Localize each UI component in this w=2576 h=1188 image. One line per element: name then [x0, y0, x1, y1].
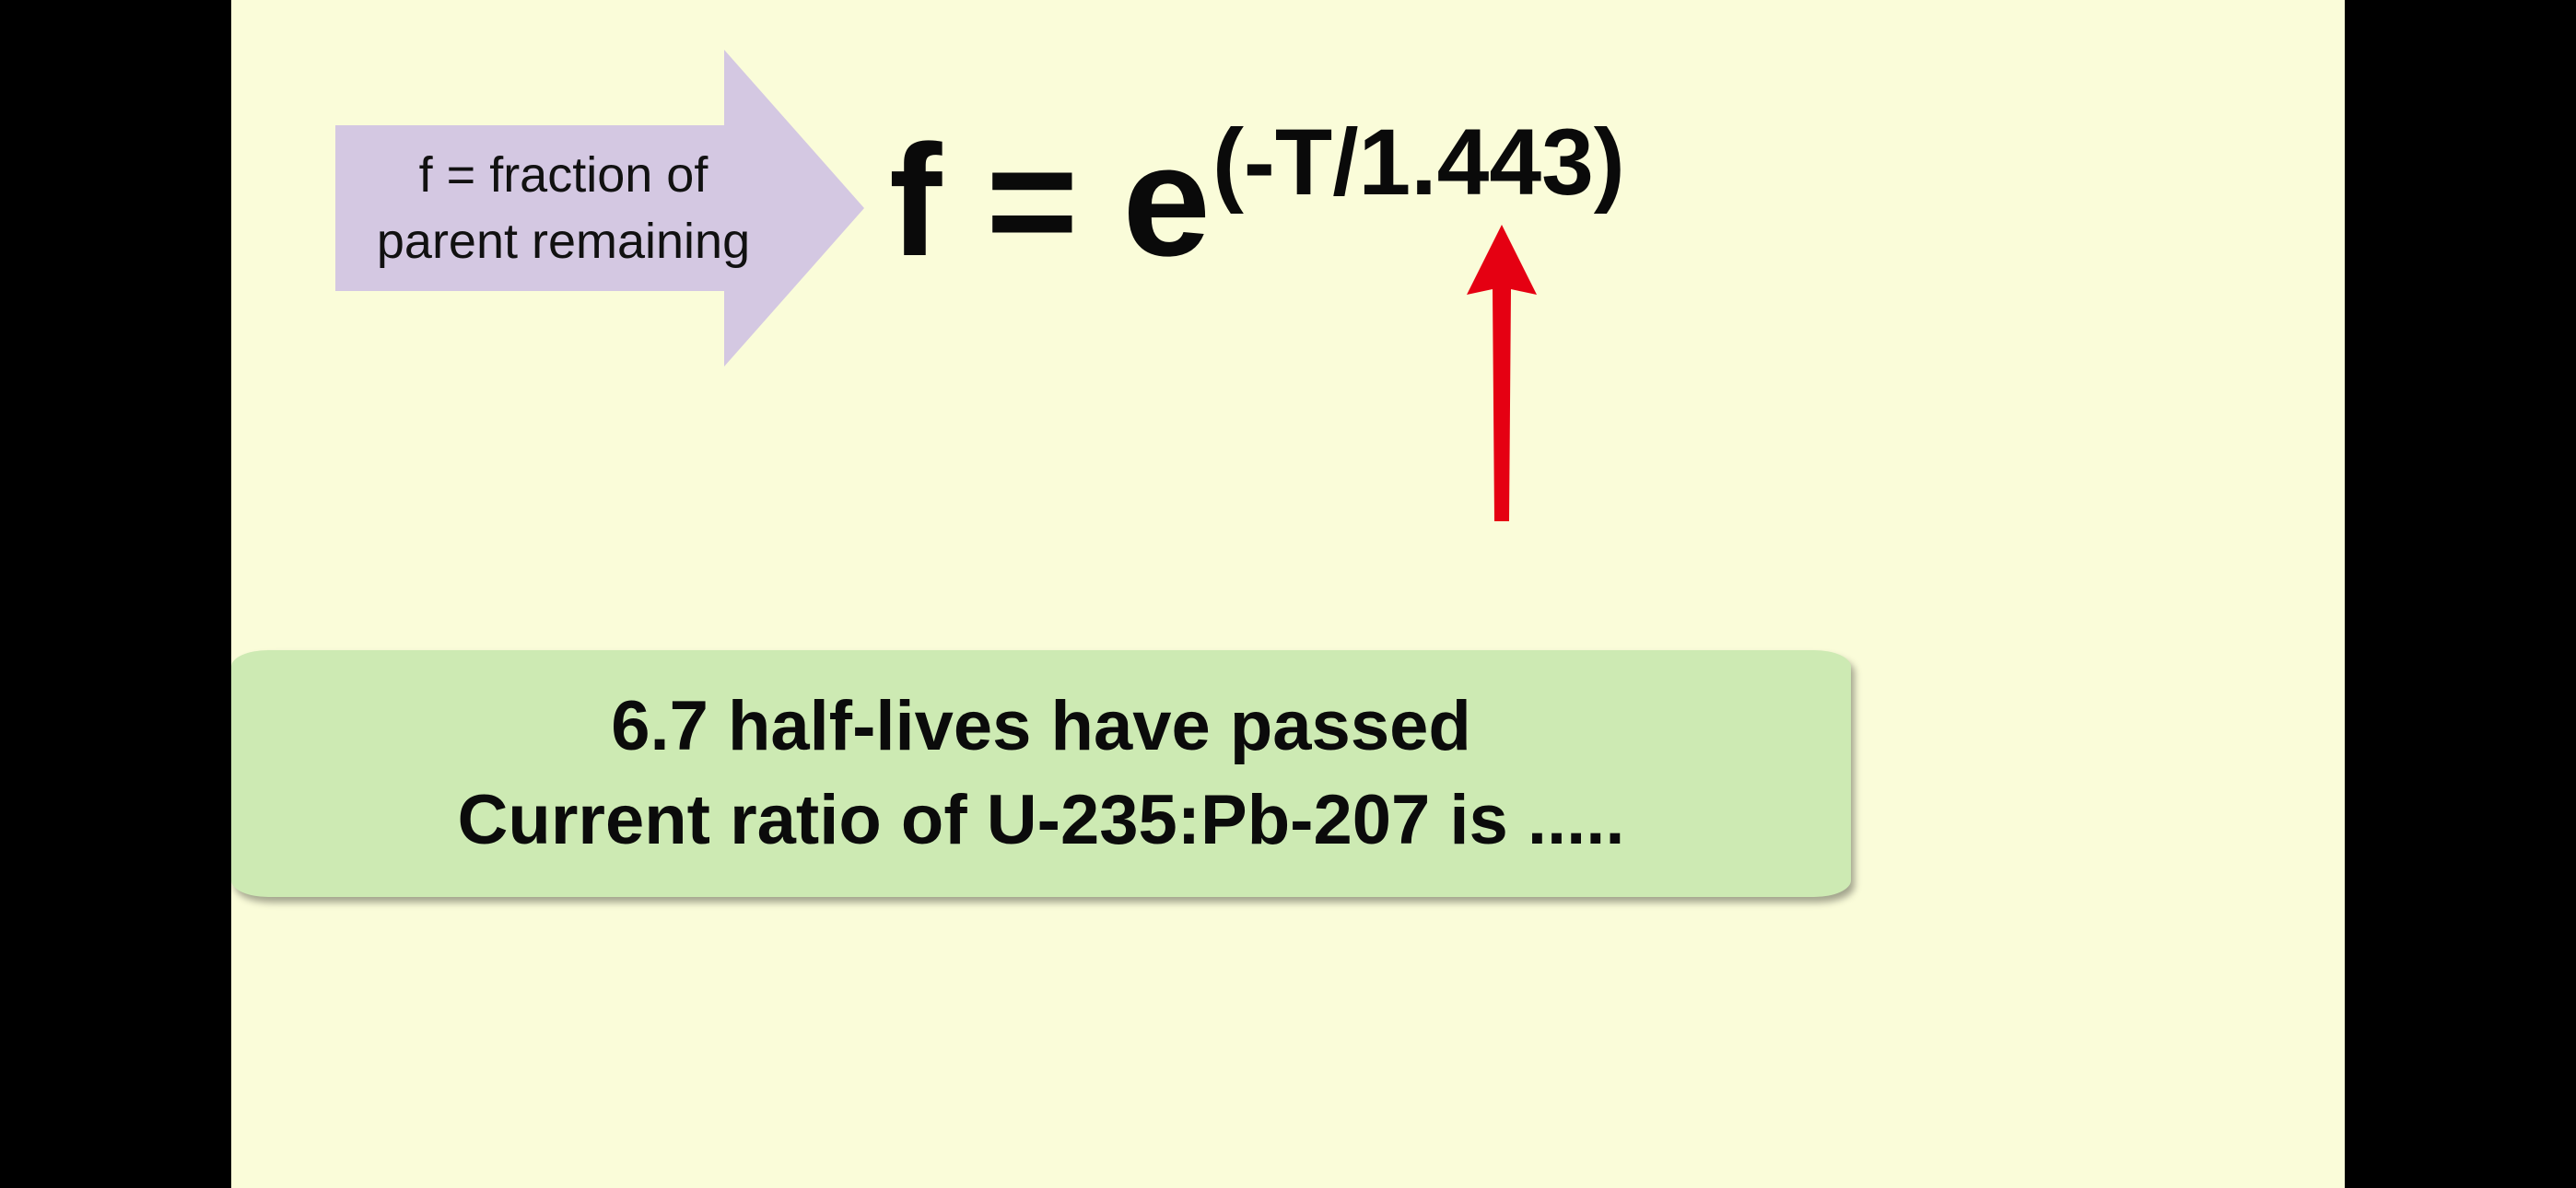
half-life-banner: 6.7 half-lives have passed Current ratio… [231, 650, 1851, 897]
formula-exponent: (-T/1.443) [1212, 110, 1625, 215]
banner-line-2: Current ratio of U-235:Pb-207 is ..... [457, 781, 1625, 859]
banner-line-1: 6.7 half-lives have passed [611, 687, 1471, 765]
red-up-arrow-icon [1467, 225, 1537, 521]
callout-label: f = fraction of parent remaining [335, 125, 791, 291]
callout-line-1: f = fraction of [418, 147, 708, 203]
formula-base: f = e [889, 112, 1211, 289]
callout-line-2: parent remaining [376, 214, 751, 269]
